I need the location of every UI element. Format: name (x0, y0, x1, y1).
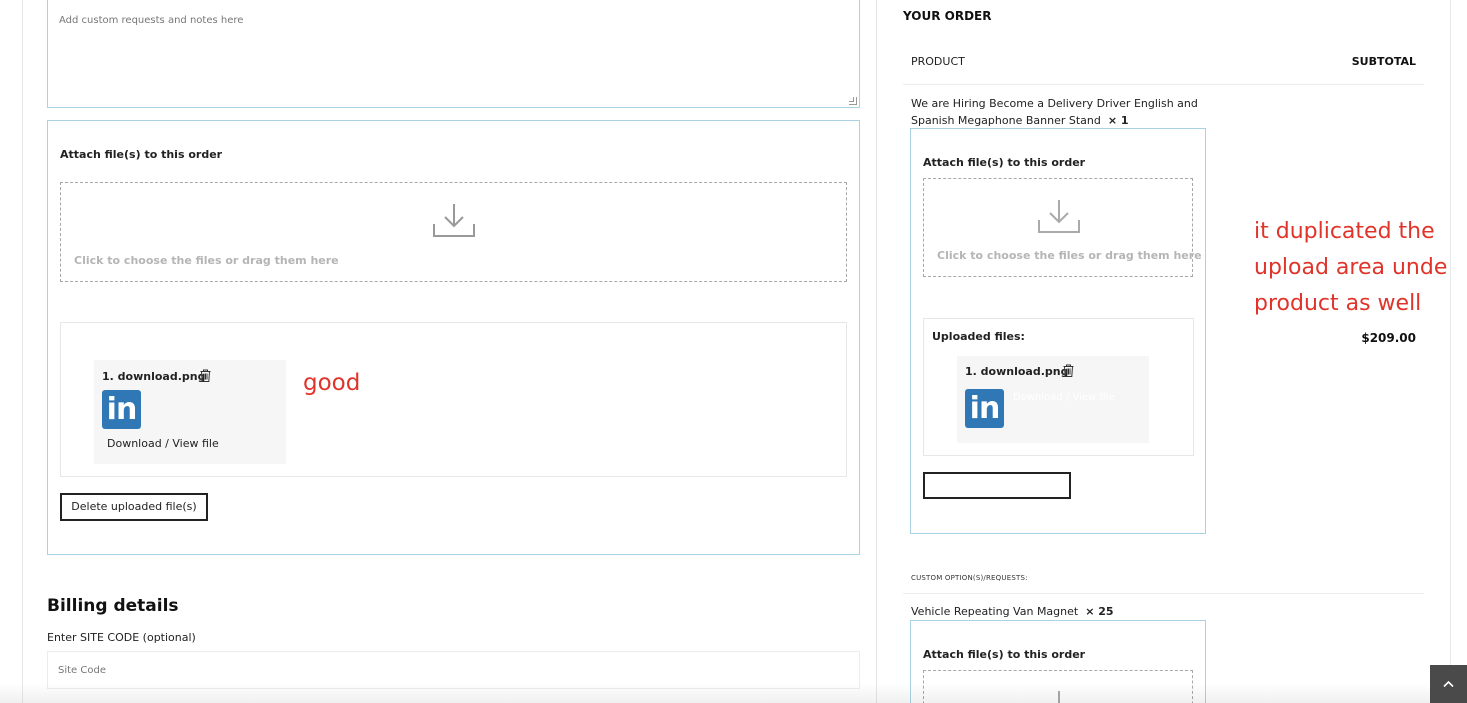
download-tray-icon (433, 204, 475, 237)
column-divider (876, 0, 877, 703)
product-attach-title: Attach file(s) to this order (923, 156, 1086, 169)
delete-uploaded-files-button[interactable]: Delete uploaded file(s) (60, 493, 208, 521)
product-quantity: × 25 (1085, 605, 1114, 618)
annotation-good: good (303, 370, 361, 396)
product-download-view-link[interactable]: Download / View file (1013, 392, 1115, 403)
site-code-label: Enter SITE CODE (optional) (47, 631, 196, 644)
annotation-duplicate: it duplicated the upload area unde produ… (1254, 214, 1447, 322)
bottom-shadow (0, 683, 1430, 703)
uploaded-files-title: Uploaded files: (932, 330, 1025, 343)
product-name: Vehicle Repeating Van Magnet × 25 (911, 605, 1114, 618)
table-divider (903, 84, 1424, 85)
product-delete-files-button[interactable] (923, 472, 1071, 499)
subtotal-column-header: SUBTOTAL (1351, 55, 1416, 68)
chevron-up-icon (1443, 680, 1454, 688)
product-column-header: PRODUCT (911, 55, 965, 68)
file-dropzone[interactable]: Click to choose the files or drag them h… (60, 182, 847, 282)
annotation-line: it duplicated the (1254, 219, 1435, 244)
download-view-link[interactable]: Download / View file (107, 437, 219, 450)
product-name: We are Hiring Become a Delivery Driver E… (911, 97, 1198, 127)
your-order-title: YOUR ORDER (903, 9, 992, 23)
trash-icon[interactable] (1063, 364, 1074, 377)
attach-files-title: Attach file(s) to this order (60, 148, 223, 161)
trash-icon[interactable] (200, 369, 211, 382)
download-tray-icon (1038, 200, 1080, 233)
linkedin-logo: in (965, 389, 1004, 428)
site-code-placeholder: Site Code (58, 665, 106, 676)
product-uploaded-file-name: 1. download.png (965, 365, 1069, 378)
annotation-line: upload area unde (1254, 255, 1448, 280)
order-notes-placeholder: Add custom requests and notes here (59, 15, 244, 26)
custom-options-label: CUSTOM OPTION(S)/REQUESTS: (911, 574, 1028, 582)
textarea-resize-handle[interactable] (849, 97, 857, 105)
annotation-line: product as well (1254, 291, 1422, 316)
product-subtotal: $209.00 (1361, 331, 1416, 345)
dropzone-text: Click to choose the files or drag them h… (74, 254, 339, 267)
product-uploaded-file-card: 1. download.png in Download / View file (957, 356, 1149, 443)
billing-details-title: Billing details (47, 596, 179, 616)
product-quantity: × 1 (1107, 114, 1129, 127)
uploaded-file-card: 1. download.png in Download / View file (94, 360, 286, 464)
linkedin-logo: in (102, 390, 141, 429)
product-attach-title: Attach file(s) to this order (923, 648, 1086, 661)
order-notes-textarea[interactable]: Add custom requests and notes here (47, 0, 860, 108)
table-divider (903, 593, 1424, 594)
scroll-to-top-button[interactable] (1430, 665, 1467, 703)
uploaded-file-name: 1. download.png (102, 370, 206, 383)
product-dropzone-text: Click to choose the files or drag them h… (937, 249, 1202, 262)
product-file-dropzone[interactable]: Click to choose the files or drag them h… (923, 178, 1202, 277)
